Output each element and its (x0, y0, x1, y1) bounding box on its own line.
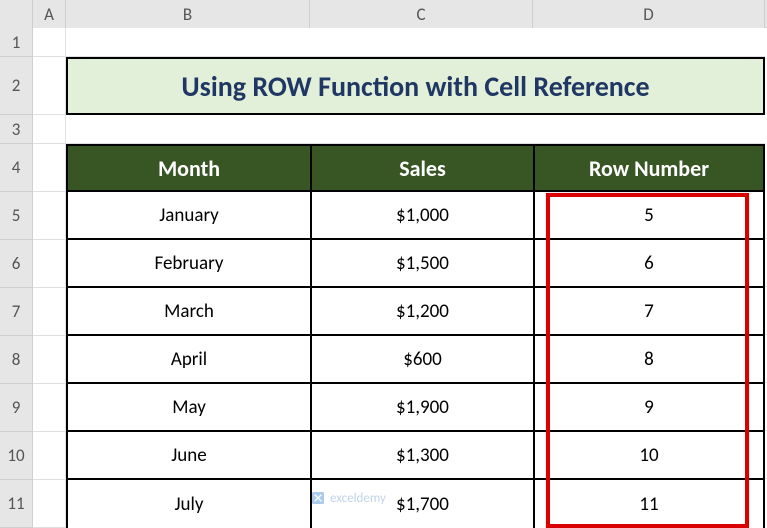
row-header-6[interactable]: 6 (0, 240, 33, 288)
table-row: February $1,500 6 (66, 240, 765, 288)
row-header-1[interactable]: 1 (0, 28, 33, 57)
column-header-A[interactable]: A (33, 0, 66, 28)
cell-month[interactable]: July (66, 480, 310, 528)
row-1-empty[interactable] (66, 28, 765, 57)
cell-rownum[interactable]: 5 (533, 192, 765, 240)
cell-rownum[interactable]: 8 (533, 336, 765, 384)
cell-month[interactable]: June (66, 432, 310, 480)
header-sales[interactable]: Sales (310, 144, 533, 192)
row-header-10[interactable]: 10 (0, 432, 33, 480)
cell-A10[interactable] (33, 432, 66, 480)
spreadsheet: A B C D 1 2 3 4 5 6 7 8 9 10 11 Using RO… (0, 0, 767, 528)
cell-A2[interactable] (33, 57, 66, 115)
row-header-2[interactable]: 2 (0, 57, 33, 115)
cell-sales[interactable]: $1,300 (310, 432, 533, 480)
column-header-C[interactable]: C (310, 0, 533, 28)
cell-month[interactable]: February (66, 240, 310, 288)
table-row: May $1,900 9 (66, 384, 765, 432)
row-header-7[interactable]: 7 (0, 288, 33, 336)
column-header-B[interactable]: B (66, 0, 310, 28)
cell-sales[interactable]: $1,500 (310, 240, 533, 288)
cell-A5[interactable] (33, 192, 66, 240)
table-row: July $1,700 11 (66, 480, 765, 528)
title-merged-cell[interactable]: Using ROW Function with Cell Reference (66, 57, 765, 115)
table-row: June $1,300 10 (66, 432, 765, 480)
cell-month[interactable]: March (66, 288, 310, 336)
cell-A3[interactable] (33, 115, 66, 144)
cell-rownum[interactable]: 9 (533, 384, 765, 432)
table-row: April $600 8 (66, 336, 765, 384)
cell-rownum[interactable]: 7 (533, 288, 765, 336)
header-rownum[interactable]: Row Number (533, 144, 765, 192)
cell-sales[interactable]: $1,000 (310, 192, 533, 240)
cell-A1[interactable] (33, 28, 66, 57)
cell-A6[interactable] (33, 240, 66, 288)
table-row: January $1,000 5 (66, 192, 765, 240)
cell-sales[interactable]: $1,700 (310, 480, 533, 528)
cell-month[interactable]: May (66, 384, 310, 432)
cell-A8[interactable] (33, 336, 66, 384)
row-header-4[interactable]: 4 (0, 144, 33, 192)
row-3-empty[interactable] (66, 115, 765, 144)
cell-month[interactable]: April (66, 336, 310, 384)
row-header-3[interactable]: 3 (0, 115, 33, 144)
cell-A9[interactable] (33, 384, 66, 432)
cell-A4[interactable] (33, 144, 66, 192)
cell-A7[interactable] (33, 288, 66, 336)
cell-sales[interactable]: $600 (310, 336, 533, 384)
table-row: March $1,200 7 (66, 288, 765, 336)
cell-A11[interactable] (33, 480, 66, 528)
cell-sales[interactable]: $1,200 (310, 288, 533, 336)
cell-rownum[interactable]: 11 (533, 480, 765, 528)
cell-sales[interactable]: $1,900 (310, 384, 533, 432)
cell-rownum[interactable]: 6 (533, 240, 765, 288)
content-area: Using ROW Function with Cell Reference M… (66, 28, 765, 528)
column-header-D[interactable]: D (533, 0, 765, 28)
row-header-5[interactable]: 5 (0, 192, 33, 240)
row-header-9[interactable]: 9 (0, 384, 33, 432)
cell-month[interactable]: January (66, 192, 310, 240)
cell-rownum[interactable]: 10 (533, 432, 765, 480)
table-header-row: Month Sales Row Number (66, 144, 765, 192)
page-title: Using ROW Function with Cell Reference (181, 69, 649, 104)
row-header-8[interactable]: 8 (0, 336, 33, 384)
header-month[interactable]: Month (66, 144, 310, 192)
select-all-corner[interactable] (0, 0, 33, 28)
row-header-11[interactable]: 11 (0, 480, 33, 528)
row-header-bar: 1 2 3 4 5 6 7 8 9 10 11 (0, 28, 33, 528)
column-A-cells (33, 28, 66, 528)
column-header-bar: A B C D (0, 0, 767, 28)
